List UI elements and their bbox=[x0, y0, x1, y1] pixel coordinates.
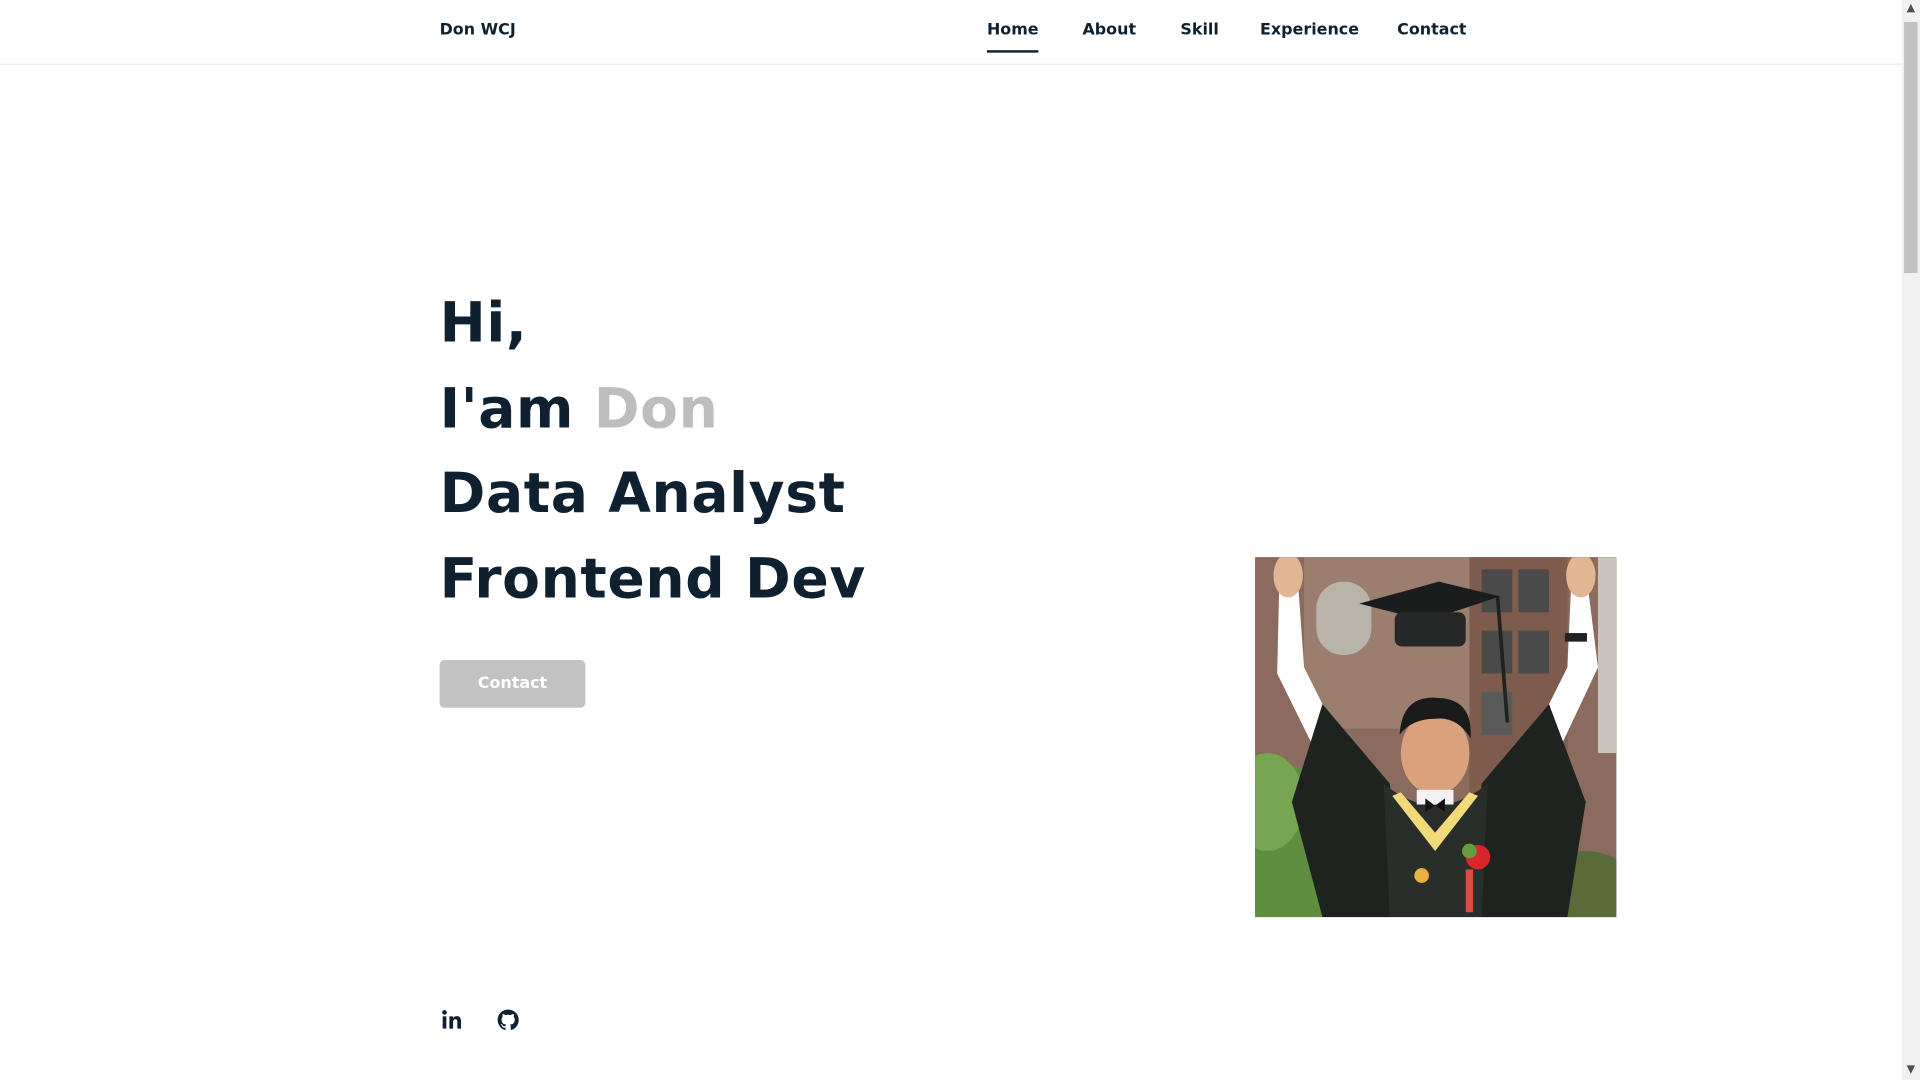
github-icon[interactable] bbox=[496, 1008, 520, 1032]
nav-contact[interactable]: Contact bbox=[1397, 21, 1466, 39]
hero-intro-prefix: I'am bbox=[439, 375, 594, 441]
hero-name: Don bbox=[593, 375, 719, 441]
hero-role-frontend-dev: Frontend Dev bbox=[439, 546, 866, 612]
nav-experience[interactable]: Experience bbox=[1260, 21, 1359, 39]
contact-button[interactable]: Contact bbox=[439, 660, 586, 708]
page: Don WCJ Home About Skill Experience Cont… bbox=[0, 0, 1920, 1080]
site-header: Don WCJ Home About Skill Experience Cont… bbox=[0, 0, 1902, 65]
vertical-scrollbar[interactable]: ▲ ▼ bbox=[1901, 0, 1920, 1080]
scroll-down-icon[interactable]: ▼ bbox=[1902, 1062, 1920, 1080]
nav-home[interactable]: Home bbox=[986, 21, 1039, 53]
nav-skill[interactable]: Skill bbox=[1180, 21, 1218, 39]
hero-greeting: Hi, bbox=[439, 290, 528, 356]
scrollbar-thumb[interactable] bbox=[1904, 22, 1918, 274]
site-logo[interactable]: Don WCJ bbox=[440, 21, 516, 39]
profile-photo bbox=[1255, 557, 1617, 918]
hero-role-data-analyst: Data Analyst bbox=[439, 460, 846, 526]
linkedin-icon[interactable] bbox=[440, 1008, 464, 1032]
hero-intro: I'am Don bbox=[440, 381, 719, 436]
graduation-photo-illustration bbox=[1255, 557, 1617, 918]
scroll-up-icon[interactable]: ▲ bbox=[1902, 0, 1920, 18]
nav-about[interactable]: About bbox=[1082, 21, 1136, 39]
